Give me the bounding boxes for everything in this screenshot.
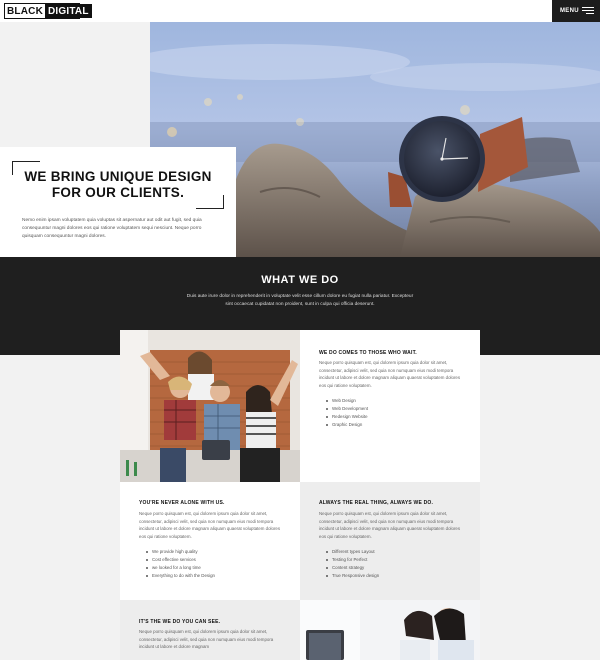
feature-block-1: WE DO COMES TO THOSE WHO WAIT. Neque por…: [300, 330, 480, 482]
section-title: WHAT WE DO: [261, 274, 339, 286]
list-item: Redesign Website: [326, 413, 368, 421]
women-at-computer-photo: [300, 600, 480, 660]
services-list: Web Design Web Development Redesign Webs…: [326, 397, 368, 429]
list-item: Web Design: [326, 397, 368, 405]
menu-button[interactable]: MENU: [552, 0, 600, 22]
logo-black-text: BLACK: [5, 4, 45, 18]
block-text: Neque porro quisquam est, qui dolorem ip…: [139, 629, 274, 649]
hero-description: Nemo enim ipsam voluptatem quia voluptas…: [22, 218, 202, 239]
logo-digital-text: DIGITAL: [45, 4, 92, 18]
feature-block-3: ALWAYS THE REAL THING, ALWAYS WE DO. Neq…: [300, 482, 480, 600]
benefits-list: We provide high quality Cost effective s…: [146, 548, 215, 580]
menu-label: MENU: [560, 8, 579, 14]
list-item: Testing for Perfect: [326, 556, 379, 564]
list-item: Different types Layout: [326, 548, 379, 556]
list-item: we looked for a long time: [146, 564, 215, 572]
block-text: Neque porro quisquam est, qui dolorem ip…: [319, 511, 461, 539]
list-item: Everything to do with the Design: [146, 572, 215, 580]
block-heading: YOU'RE NEVER ALONE WITH US.: [139, 500, 225, 506]
logo[interactable]: BLACK DIGITAL: [4, 3, 92, 19]
features-list: Different types Layout Testing for Perfe…: [326, 548, 379, 580]
list-item: Cost effective services: [146, 556, 215, 564]
page: BLACK DIGITAL MENU WE BRING UNIQUE DESIG…: [0, 0, 600, 660]
hamburger-icon: [582, 7, 594, 15]
feature-block-4: IT'S THE WE DO YOU CAN SEE. Neque porro …: [120, 600, 300, 660]
list-item: Content strategy: [326, 564, 379, 572]
list-item: We provide high quality: [146, 548, 215, 556]
hero-title: WE BRING UNIQUE DESIGN FOR OUR CLIENTS.: [0, 169, 236, 201]
list-item: Graphic Design: [326, 421, 368, 429]
feature-block-2: YOU'RE NEVER ALONE WITH US. Neque porro …: [120, 482, 300, 600]
team-celebrating-photo: [120, 330, 300, 482]
hero-title-line2: FOR OUR CLIENTS.: [51, 185, 185, 200]
office-photo: [300, 600, 480, 660]
block-heading: WE DO COMES TO THOSE WHO WAIT.: [319, 350, 417, 356]
list-item: Web Development: [326, 405, 368, 413]
section-description: Duis aute irure dolor in reprehenderit i…: [186, 294, 414, 307]
hero-title-line1: WE BRING UNIQUE DESIGN: [24, 169, 212, 184]
block-heading: ALWAYS THE REAL THING, ALWAYS WE DO.: [319, 500, 434, 506]
site-header: BLACK DIGITAL MENU: [0, 0, 600, 22]
block-text: Neque porro quisquam est, qui dolorem ip…: [139, 511, 281, 539]
team-photo: [120, 330, 300, 482]
hero-text-box: WE BRING UNIQUE DESIGN FOR OUR CLIENTS. …: [0, 147, 236, 257]
block-text: Neque porro quisquam est, qui dolorem ip…: [319, 360, 461, 388]
list-item: True Responsive design: [326, 572, 379, 580]
block-heading: IT'S THE WE DO YOU CAN SEE.: [139, 619, 221, 625]
